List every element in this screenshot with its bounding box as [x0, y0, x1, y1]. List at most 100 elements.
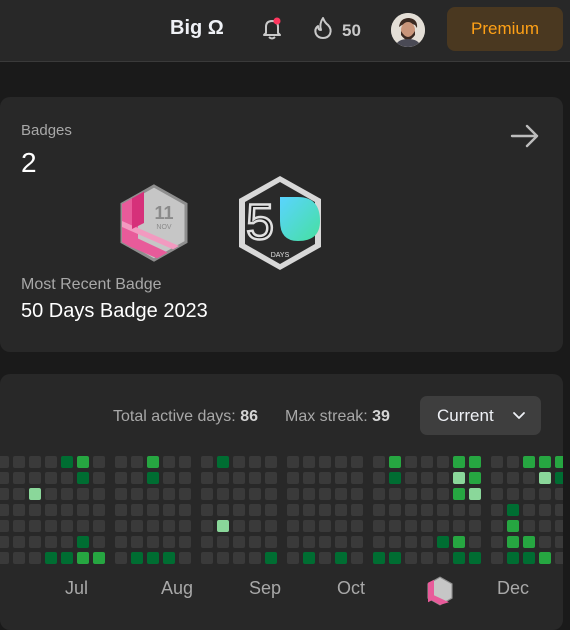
heatmap-cell[interactable]: [405, 472, 417, 484]
heatmap-cell[interactable]: [437, 552, 449, 564]
heatmap-cell[interactable]: [77, 456, 89, 468]
heatmap-cell[interactable]: [373, 536, 385, 548]
heatmap-cell[interactable]: [233, 536, 245, 548]
heatmap-cell[interactable]: [163, 520, 175, 532]
heatmap-cell[interactable]: [0, 488, 9, 500]
heatmap-cell[interactable]: [115, 552, 127, 564]
heatmap-cell[interactable]: [469, 552, 481, 564]
heatmap-cell[interactable]: [45, 520, 57, 532]
heatmap-cell[interactable]: [373, 456, 385, 468]
heatmap-cell[interactable]: [507, 536, 519, 548]
heatmap-cell[interactable]: [147, 504, 159, 516]
heatmap-cell[interactable]: [507, 520, 519, 532]
heatmap-cell[interactable]: [389, 552, 401, 564]
heatmap-cell[interactable]: [491, 456, 503, 468]
heatmap-cell[interactable]: [45, 552, 57, 564]
heatmap-cell[interactable]: [555, 488, 563, 500]
heatmap-cell[interactable]: [217, 488, 229, 500]
heatmap-cell[interactable]: [45, 456, 57, 468]
heatmap-cell[interactable]: [147, 488, 159, 500]
heatmap-cell[interactable]: [163, 504, 175, 516]
heatmap-cell[interactable]: [469, 488, 481, 500]
heatmap-cell[interactable]: [13, 504, 25, 516]
heatmap-cell[interactable]: [61, 520, 73, 532]
heatmap-cell[interactable]: [491, 504, 503, 516]
heatmap-cell[interactable]: [523, 536, 535, 548]
heatmap-cell[interactable]: [233, 488, 245, 500]
heatmap-cell[interactable]: [319, 552, 331, 564]
heatmap-cell[interactable]: [77, 536, 89, 548]
heatmap-cell[interactable]: [287, 488, 299, 500]
heatmap-cell[interactable]: [13, 456, 25, 468]
heatmap-cell[interactable]: [61, 456, 73, 468]
heatmap-cell[interactable]: [115, 472, 127, 484]
heatmap-cell[interactable]: [13, 536, 25, 548]
heatmap-cell[interactable]: [335, 504, 347, 516]
arrow-right-icon[interactable]: [508, 119, 542, 153]
heatmap-cell[interactable]: [421, 520, 433, 532]
heatmap-cell[interactable]: [335, 552, 347, 564]
heatmap-cell[interactable]: [421, 536, 433, 548]
heatmap-cell[interactable]: [131, 520, 143, 532]
heatmap-cell[interactable]: [249, 456, 261, 468]
heatmap-cell[interactable]: [523, 456, 535, 468]
heatmap-cell[interactable]: [405, 504, 417, 516]
heatmap-cell[interactable]: [93, 456, 105, 468]
heatmap-cell[interactable]: [303, 552, 315, 564]
heatmap-cell[interactable]: [523, 520, 535, 532]
heatmap-cell[interactable]: [179, 504, 191, 516]
heatmap-cell[interactable]: [147, 472, 159, 484]
heatmap-cell[interactable]: [351, 552, 363, 564]
premium-button[interactable]: Premium: [447, 7, 563, 51]
heatmap-cell[interactable]: [555, 552, 563, 564]
heatmap-cell[interactable]: [453, 472, 465, 484]
heatmap-cell[interactable]: [389, 472, 401, 484]
heatmap-cell[interactable]: [233, 472, 245, 484]
heatmap-cell[interactable]: [555, 536, 563, 548]
user-avatar[interactable]: [391, 13, 425, 47]
heatmap-cell[interactable]: [421, 504, 433, 516]
heatmap-cell[interactable]: [335, 456, 347, 468]
heatmap-cell[interactable]: [555, 520, 563, 532]
heatmap-cell[interactable]: [201, 520, 213, 532]
heatmap-cell[interactable]: [437, 520, 449, 532]
heatmap-cell[interactable]: [555, 472, 563, 484]
heatmap-cell[interactable]: [453, 552, 465, 564]
heatmap-cell[interactable]: [421, 552, 433, 564]
heatmap-cell[interactable]: [163, 552, 175, 564]
heatmap-cell[interactable]: [437, 472, 449, 484]
heatmap-cell[interactable]: [287, 536, 299, 548]
heatmap-cell[interactable]: [265, 472, 277, 484]
heatmap-cell[interactable]: [201, 504, 213, 516]
heatmap-cell[interactable]: [469, 456, 481, 468]
heatmap-cell[interactable]: [453, 488, 465, 500]
heatmap-cell[interactable]: [389, 504, 401, 516]
heatmap-cell[interactable]: [405, 552, 417, 564]
heatmap-cell[interactable]: [405, 488, 417, 500]
heatmap-cell[interactable]: [453, 520, 465, 532]
heatmap-cell[interactable]: [29, 472, 41, 484]
heatmap-cell[interactable]: [233, 504, 245, 516]
heatmap-cell[interactable]: [249, 472, 261, 484]
heatmap-cell[interactable]: [555, 456, 563, 468]
heatmap-cell[interactable]: [523, 488, 535, 500]
heatmap-cell[interactable]: [437, 488, 449, 500]
heatmap-cell[interactable]: [217, 456, 229, 468]
heatmap-cell[interactable]: [147, 520, 159, 532]
heatmap-cell[interactable]: [539, 504, 551, 516]
nov-challenge-badge[interactable]: 11 NOV: [118, 183, 190, 263]
heatmap-cell[interactable]: [29, 552, 41, 564]
heatmap-cell[interactable]: [163, 472, 175, 484]
heatmap-cell[interactable]: [217, 472, 229, 484]
heatmap-cell[interactable]: [93, 552, 105, 564]
heatmap-cell[interactable]: [0, 472, 9, 484]
heatmap-cell[interactable]: [163, 456, 175, 468]
heatmap-cell[interactable]: [539, 488, 551, 500]
heatmap-cell[interactable]: [61, 472, 73, 484]
heatmap-cell[interactable]: [249, 504, 261, 516]
heatmap-cell[interactable]: [287, 472, 299, 484]
heatmap-cell[interactable]: [77, 488, 89, 500]
heatmap-cell[interactable]: [523, 504, 535, 516]
heatmap-cell[interactable]: [469, 520, 481, 532]
heatmap-cell[interactable]: [179, 488, 191, 500]
